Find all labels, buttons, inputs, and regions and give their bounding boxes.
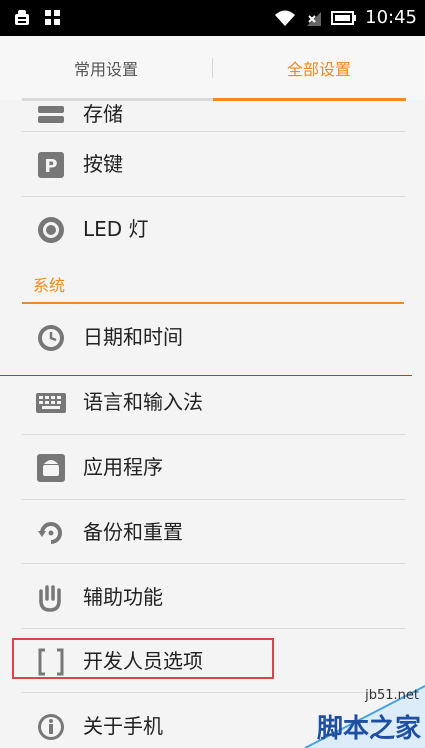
battery-icon (331, 10, 357, 25)
section-title-system: 系统 (33, 276, 66, 295)
watermark-site: jb51.net (365, 688, 419, 703)
android-app-icon (36, 453, 66, 483)
app-grid-icon (45, 10, 60, 25)
backup-reset-icon (36, 518, 66, 548)
list-item-label: 辅助功能 (83, 585, 163, 609)
highlight-box (12, 638, 274, 679)
keyboard-icon (36, 388, 66, 418)
no-signal-icon (307, 11, 322, 26)
list-item-label: 日期和时间 (83, 325, 183, 349)
clock-icon (36, 323, 66, 353)
section-underline (22, 302, 404, 304)
key-p-icon: P (36, 150, 66, 180)
storage-icon (36, 100, 66, 130)
list-item-language-input[interactable]: 语言和输入法 (0, 370, 425, 434)
svg-text:P: P (44, 156, 57, 177)
settings-list: 存储 P 按键 LED 灯 系统 日期和时间 语言和输入法 应用程序 备份和重置… (0, 100, 425, 748)
list-item-label: LED 灯 (83, 217, 149, 241)
list-item-label: 关于手机 (83, 714, 163, 738)
list-item-label: 应用程序 (83, 455, 163, 479)
list-item-led[interactable]: LED 灯 (0, 197, 425, 261)
watermark: jb51.net 脚本之家 (275, 678, 425, 748)
tab-common-settings[interactable]: 常用设置 (0, 36, 212, 100)
led-light-icon (36, 215, 66, 245)
list-item-keys[interactable]: P 按键 (0, 132, 425, 196)
list-item-label: 按键 (83, 152, 123, 176)
status-time: 10:45 (365, 7, 417, 28)
list-item-backup-reset[interactable]: 备份和重置 (0, 500, 425, 564)
list-item-accessibility[interactable]: 辅助功能 (0, 565, 425, 629)
tab-all-settings[interactable]: 全部设置 (213, 36, 425, 100)
list-item-label: 存储 (83, 102, 123, 126)
info-icon (36, 712, 66, 742)
list-item-label: 语言和输入法 (83, 390, 203, 414)
list-item-applications[interactable]: 应用程序 (0, 435, 425, 499)
divider (22, 563, 406, 564)
hand-icon (36, 583, 66, 613)
status-bar: 10:45 (0, 0, 425, 36)
wifi-icon (275, 10, 296, 26)
settings-tabs: 常用设置 全部设置 (0, 36, 425, 101)
list-item-label: 备份和重置 (83, 520, 183, 544)
android-debug-icon (15, 10, 29, 25)
list-item-date-time[interactable]: 日期和时间 (0, 305, 425, 369)
watermark-name: 脚本之家 (316, 714, 421, 744)
